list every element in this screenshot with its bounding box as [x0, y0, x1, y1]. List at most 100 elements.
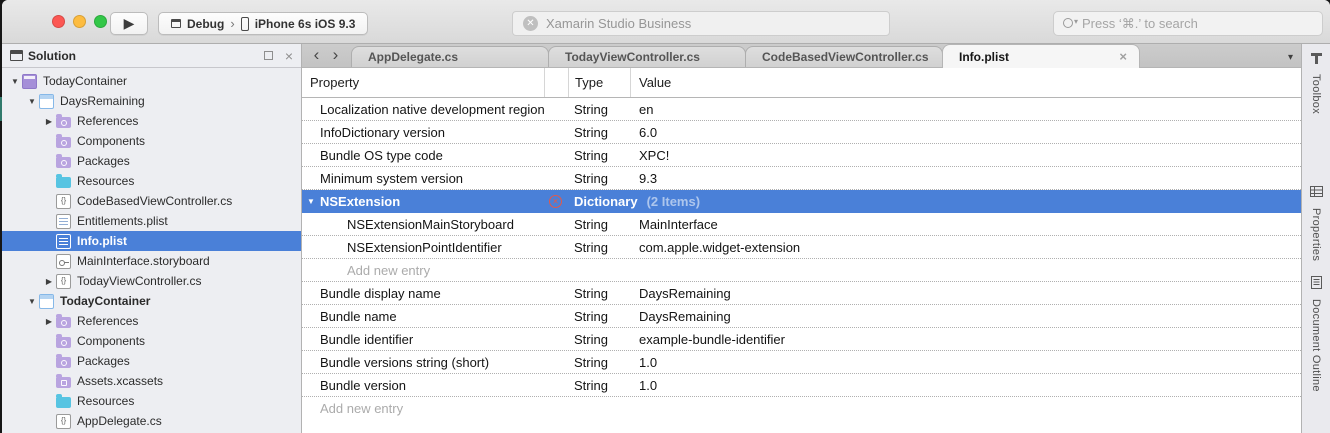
tree-item-references[interactable]: References [2, 311, 301, 331]
disclosure-right-icon[interactable] [42, 117, 56, 126]
plist-row-nsextensionmainstoryboard[interactable]: NSExtensionMainStoryboardStringMainInter… [302, 213, 1301, 236]
property-name: Bundle version [320, 378, 406, 393]
minimize-window-button[interactable] [73, 15, 86, 28]
tree-item-packages[interactable]: Packages [2, 151, 301, 171]
navigate-back-icon[interactable] [307, 45, 326, 67]
plist-row-bundle-os-type-code[interactable]: Bundle OS type codeStringXPC! [302, 144, 1301, 167]
tree-item-maininterface-storyboard[interactable]: MainInterface.storyboard [2, 251, 301, 271]
solution-pad-title: Solution [28, 49, 264, 63]
plist-row-infodictionary-version[interactable]: InfoDictionary versionString6.0 [302, 121, 1301, 144]
tab-list-dropdown-icon[interactable] [1288, 52, 1301, 67]
plist-row-bundle-display-name[interactable]: Bundle display nameStringDaysRemaining [302, 282, 1301, 305]
plist-editor: Property Type Value Localization native … [302, 68, 1301, 433]
tree-item-label: TodayContainer [60, 294, 150, 308]
tree-item-label: TodayContainer [43, 74, 127, 88]
tree-item-daysremaining[interactable]: DaysRemaining [2, 91, 301, 111]
tree-item-references[interactable]: References [2, 111, 301, 131]
right-pad-bar: Toolbox Properties Document Outline [1301, 44, 1330, 433]
property-name: Bundle identifier [320, 332, 413, 347]
disclosure-right-icon[interactable] [42, 317, 56, 326]
disclosure-down-icon[interactable] [8, 77, 22, 86]
property-name: Localization native development region [320, 102, 545, 117]
tab-close-icon[interactable] [1119, 50, 1127, 63]
tab-label: AppDelegate.cs [368, 50, 458, 64]
tree-item-label: References [77, 314, 138, 328]
tree-item-components[interactable]: Components [2, 131, 301, 151]
disclosure-down-icon[interactable] [25, 97, 39, 106]
tab-todayviewcontroller-cs[interactable]: TodayViewController.cs [548, 46, 746, 67]
plist-row-property: NSExtensionMainStoryboard [302, 217, 544, 232]
plist-row-property: Bundle OS type code [302, 148, 544, 163]
plist-row-type: String [569, 125, 631, 140]
pad-tab-document-outline[interactable]: Document Outline [1309, 275, 1324, 392]
plist-row-property: Bundle name [302, 309, 544, 324]
property-name: Bundle OS type code [320, 148, 443, 163]
tree-item-todaycontainer[interactable]: TodayContainer [2, 291, 301, 311]
tab-appdelegate-cs[interactable]: AppDelegate.cs [351, 46, 549, 67]
configuration-device-selector[interactable]: Debug › iPhone 6s iOS 9.3 [158, 12, 368, 35]
plist-row-type: String [569, 332, 631, 347]
disclosure-right-icon[interactable] [42, 277, 56, 286]
folder-ref-icon [56, 357, 71, 368]
tab-info-plist[interactable]: Info.plist [942, 44, 1140, 68]
plist-row-add-new-entry[interactable]: Add new entry [302, 259, 1301, 282]
disclosure-down-icon[interactable] [307, 197, 320, 206]
plist-row-nsextensionpointidentifier[interactable]: NSExtensionPointIdentifierStringcom.appl… [302, 236, 1301, 259]
plist-row-value: 1.0 [631, 355, 1301, 370]
cs-file-icon [56, 194, 71, 209]
plist-row-property: Add new entry [302, 263, 544, 278]
type-name: String [574, 217, 608, 232]
search-icon [1062, 16, 1077, 31]
status-text: Xamarin Studio Business [546, 16, 691, 31]
tree-item-label: Entitlements.plist [77, 214, 168, 228]
plist-row-value: en [631, 102, 1301, 117]
plist-row-bundle-versions-string-short[interactable]: Bundle versions string (short)String1.0 [302, 351, 1301, 374]
tree-item-components[interactable]: Components [2, 331, 301, 351]
plist-row-bundle-name[interactable]: Bundle nameStringDaysRemaining [302, 305, 1301, 328]
plist-row-bundle-identifier[interactable]: Bundle identifierStringexample-bundle-id… [302, 328, 1301, 351]
plist-row-localization-native-development-region[interactable]: Localization native development region St… [302, 98, 1301, 121]
tree-item-info-plist[interactable]: Info.plist [2, 231, 301, 251]
tab-codebasedviewcontroller-cs[interactable]: CodeBasedViewController.cs [745, 46, 943, 67]
app-window: Debug › iPhone 6s iOS 9.3 Xamarin Studio… [2, 0, 1330, 433]
type-name: Dictionary [574, 194, 638, 209]
navigate-forward-icon[interactable] [326, 45, 345, 67]
tree-item-label: Packages [77, 354, 130, 368]
run-button[interactable] [110, 12, 148, 35]
zoom-window-button[interactable] [94, 15, 107, 28]
tree-item-appdelegate-cs[interactable]: AppDelegate.cs [2, 411, 301, 431]
plist-row-property: Add new entry [302, 401, 544, 416]
pad-tab-properties[interactable]: Properties [1309, 184, 1324, 261]
plist-row-nsextension[interactable]: NSExtensionDictionary(2 Items) [302, 190, 1301, 213]
plist-row-minimum-system-version[interactable]: Minimum system versionString9.3 [302, 167, 1301, 190]
plist-row-property: Bundle display name [302, 286, 544, 301]
column-header-property: Property [302, 68, 544, 97]
property-name: NSExtensionPointIdentifier [347, 240, 502, 255]
pad-tab-toolbox[interactable]: Toolbox [1309, 50, 1324, 114]
plist-row-bundle-version[interactable]: Bundle versionString1.0 [302, 374, 1301, 397]
tree-item-todaycontainer[interactable]: TodayContainer [2, 71, 301, 91]
disclosure-down-icon[interactable] [25, 297, 39, 306]
device-label: iPhone 6s iOS 9.3 [255, 17, 356, 31]
folder-res-icon [56, 397, 71, 408]
close-window-button[interactable] [52, 15, 65, 28]
tree-item-resources[interactable]: Resources [2, 391, 301, 411]
toolbar: Debug › iPhone 6s iOS 9.3 Xamarin Studio… [2, 0, 1330, 44]
tree-item-assets-xcassets[interactable]: Assets.xcassets [2, 371, 301, 391]
column-header-value: Value [631, 68, 1301, 97]
plist-row-type: String [569, 217, 631, 232]
plist-row-add-new-entry[interactable]: Add new entry [302, 397, 1301, 420]
folder-res-icon [56, 177, 71, 188]
close-pad-icon[interactable] [285, 49, 293, 63]
tree-item-resources[interactable]: Resources [2, 171, 301, 191]
tree-item-todayviewcontroller-cs[interactable]: TodayViewController.cs [2, 271, 301, 291]
search-input[interactable] [1082, 16, 1314, 31]
tree-item-entitlements-plist[interactable]: Entitlements.plist [2, 211, 301, 231]
plist-row-value: XPC! [631, 148, 1301, 163]
folder-ref-icon [56, 137, 71, 148]
tree-item-codebasedviewcontroller-cs[interactable]: CodeBasedViewController.cs [2, 191, 301, 211]
dock-pad-icon[interactable] [264, 51, 273, 60]
tree-item-packages[interactable]: Packages [2, 351, 301, 371]
plist-row-type: String [569, 102, 631, 117]
tree-item-label: TodayViewController.cs [77, 274, 202, 288]
